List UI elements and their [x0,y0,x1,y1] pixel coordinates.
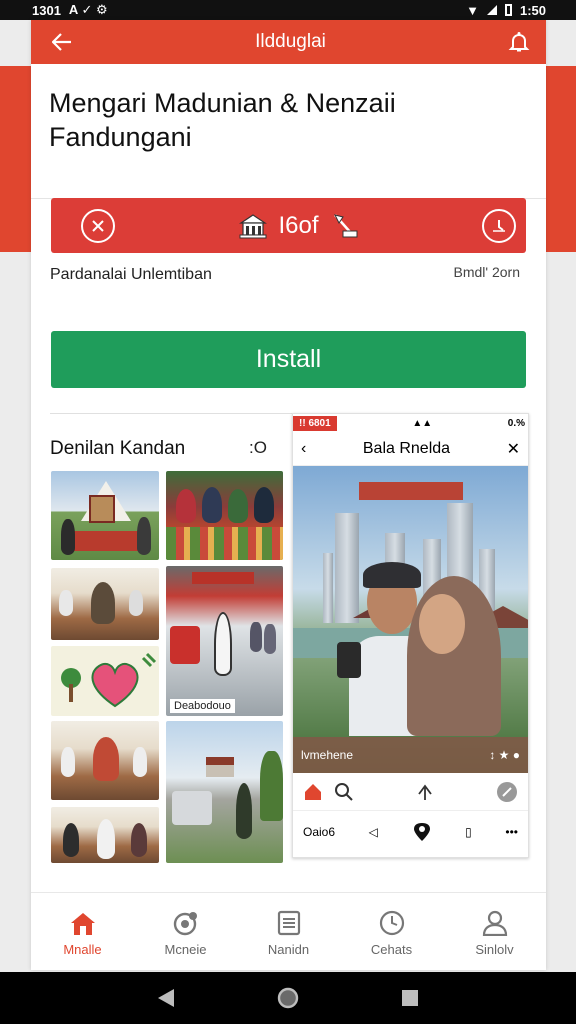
close-circle-button[interactable] [81,208,115,243]
battery-icon [504,4,512,16]
screenshot-thumbnail[interactable]: Deabodouo [166,566,283,716]
bottom-nav: Mnalle Mcneie Nanidn Cehats Sinlolv [31,896,546,970]
status-notification-glyphs: A ✓ ⚙ [68,2,108,17]
screenshot-thumbnail[interactable] [51,807,159,863]
mock-close-icon[interactable]: ✕ [507,439,520,459]
nav-label: Cehats [370,941,413,957]
thumbnail-caption: Deabodouo [170,699,235,713]
home-icon [70,912,95,935]
mock-header: ‹ Bala Rnelda ✕ [293,432,528,466]
mock-status-right: 0.% [507,417,525,429]
mock-more-icon[interactable]: ••• [505,825,518,839]
app-bar-title: Ildduglai [255,31,326,52]
system-recents-icon[interactable] [400,988,420,1008]
mock-search-icon[interactable] [334,782,354,802]
nav-label: Sinlolv [475,941,514,957]
system-back-icon[interactable] [156,987,176,1009]
mock-photo: lvmehene ↕ ★ ● [293,466,528,773]
developer-name: Pardanalai Unlemtiban [50,266,212,283]
nav-item-list[interactable]: Nanidn [244,910,334,957]
nav-label: Mnalle [63,941,102,957]
status-left: 1301 A ✓ ⚙ [32,2,108,18]
system-nav-bar [0,972,576,1024]
mock-home-icon[interactable] [303,782,323,802]
app-bar: Ildduglai [31,20,546,64]
app-banner: I6of [51,198,526,253]
discover-icon [173,911,197,935]
status-time-right: 1:50 [519,2,546,18]
mock-pill-icon[interactable]: ▯ [465,825,472,839]
heart-illustration [61,652,157,708]
nav-label: Nanidn [267,941,310,957]
status-right: ▼ 1:50 [466,3,546,18]
screenshot-thumbnail[interactable] [51,471,159,560]
heading-section: Mengari Madunian & Nenzaii Fandungani [31,64,546,199]
screenshot-thumbnail[interactable] [166,721,283,863]
banner-center: I6of [238,211,358,241]
install-button[interactable]: Install [51,331,526,388]
user-icon [482,910,507,936]
status-time-left: 1301 [32,2,61,18]
mock-tab-bar [293,773,528,811]
section-more-button[interactable]: :O [249,438,267,458]
nav-item-profile[interactable]: Sinlolv [450,910,540,957]
app-card: Ildduglai Mengari Madunian & Nenzaii Fan… [31,20,546,970]
timer-button[interactable] [482,208,516,243]
nav-item-home[interactable]: Mnalle [38,910,128,957]
photo-overlay-icons: ↕ ★ ● [489,748,520,762]
mock-edit-icon[interactable] [496,781,518,803]
list-icon [277,910,300,935]
flag-icon [333,213,358,237]
mock-status-bar: !! 6801 ▲▲ 0.% [293,414,528,432]
photo-overlay-bar: lvmehene ↕ ★ ● [293,737,528,773]
building-icon [239,213,268,238]
notifications-button[interactable] [506,29,532,55]
mock-back-triangle-icon[interactable]: ◁ [369,825,378,839]
nav-item-clock[interactable]: Cehats [347,910,437,957]
timer-icon [493,219,505,232]
mock-back-icon[interactable]: ‹ [301,440,306,458]
back-button[interactable] [49,29,75,55]
nav-item-discover[interactable]: Mcneie [141,910,231,957]
wifi-icon: ▼ [466,2,479,18]
mock-bottom-bar: Oaio6 ◁ ▯ ••• [293,811,528,853]
mock-signal-icon: ▲▲ [412,417,433,429]
phone-preview[interactable]: !! 6801 ▲▲ 0.% ‹ Bala Rnelda ✕ lvmehene … [292,413,529,858]
mock-bottom-label: Oaio6 [303,825,336,839]
photo-sign [359,482,463,500]
arrow-left-icon [52,33,71,51]
mock-status-left: !! 6801 [293,415,337,431]
screenshot-thumbnail[interactable] [166,471,283,560]
screenshot-thumbnail[interactable] [51,646,159,716]
signal-icon [486,5,497,15]
system-home-icon[interactable] [276,986,300,1010]
clock-icon [379,910,404,935]
bottom-nav-divider [31,892,546,893]
nav-label: Mcneie [164,941,207,957]
mock-share-icon[interactable] [415,782,435,802]
screenshot-thumbnail[interactable] [51,721,159,800]
status-bar: 1301 A ✓ ⚙ ▼ 1:50 [0,0,576,20]
page-title: Mengari Madunian & Nenzaii Fandungani [49,88,396,152]
screenshot-thumbnail[interactable] [51,568,159,640]
bell-icon [508,32,530,52]
section-divider [50,413,295,414]
photo-overlay-label: lvmehene [301,748,354,762]
banner-title: I6of [278,211,319,239]
app-meta: Bmdl' 2orn [453,264,520,280]
mock-title: Bala Rnelda [362,439,451,457]
mock-location-icon[interactable] [412,821,432,843]
close-circle-icon [92,219,104,232]
subtitle-row: Pardanalai Unlemtiban Bmdl' 2orn [50,260,520,284]
section-title: Denilan Kandan [50,438,186,459]
